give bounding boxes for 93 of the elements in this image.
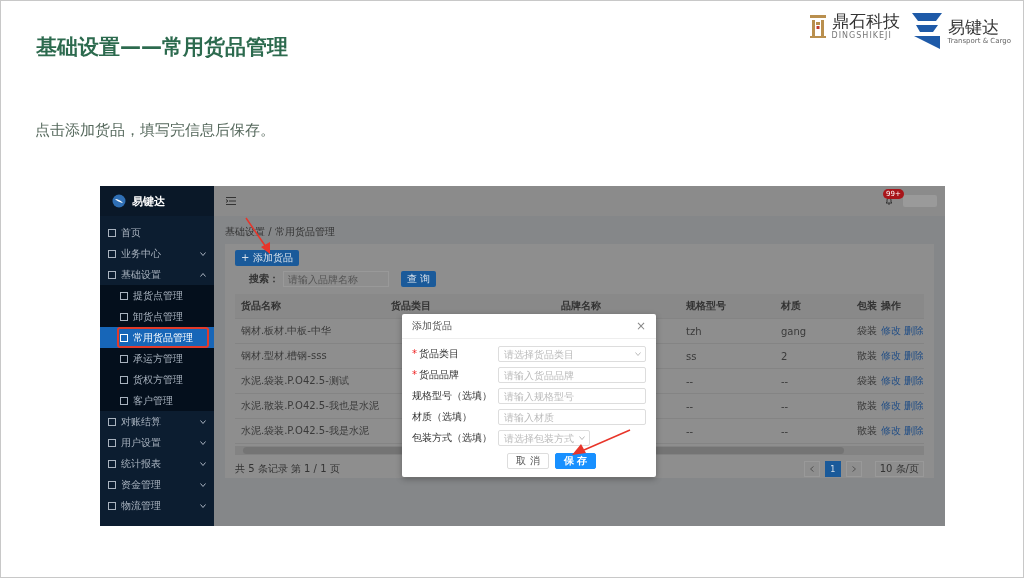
brand-name: 易键达 xyxy=(132,193,165,209)
table-cell-text: gang xyxy=(780,325,808,337)
table-cell-text: -- xyxy=(780,375,790,387)
chevron-right-icon xyxy=(851,466,856,472)
square-icon xyxy=(108,501,116,510)
square-icon xyxy=(108,249,116,258)
table-cell-text: ss xyxy=(685,350,698,362)
column-header: 货品名称 xyxy=(240,299,282,313)
menu-item[interactable]: 首页 xyxy=(100,222,214,243)
logo-subtitle: DINGSHIKEJI xyxy=(831,31,893,40)
square-icon xyxy=(120,291,128,300)
table-cell-text: 钢材.型材.槽钢-sss xyxy=(240,349,328,363)
column-header: 包装 xyxy=(856,299,878,313)
square-icon xyxy=(120,333,128,342)
stripe-logo-icon xyxy=(909,11,944,51)
table-cell-text: 散装 xyxy=(856,424,878,438)
menu-item[interactable]: 业务中心 xyxy=(100,243,214,264)
query-button[interactable]: 查 询 xyxy=(401,271,437,287)
instruction-text: 点击添加货品，填写完信息后保存。 xyxy=(35,121,276,140)
square-icon xyxy=(108,459,116,468)
chevron-icon xyxy=(200,503,206,508)
column-header: 货品类目 xyxy=(390,299,432,313)
table-cell-text: tzh xyxy=(685,325,703,337)
table-cell-text: 袋装 xyxy=(856,374,878,388)
field-label: * 货品类目 xyxy=(412,347,460,361)
input-field[interactable]: 请输入材质 xyxy=(498,409,646,425)
table-cell-text: 水泥.散装.P.O42.5-我也是水泥 xyxy=(240,399,380,413)
table-cell-text: 钢材.板材.中板-中华 xyxy=(240,324,332,338)
square-icon xyxy=(120,375,128,384)
table-cell-text: -- xyxy=(685,400,695,412)
menu-item[interactable]: 对账结算 xyxy=(100,411,214,432)
table-cell-text: -- xyxy=(685,425,695,437)
table-cell-text: 2 xyxy=(780,350,789,362)
field-label: 规格型号（选填） xyxy=(412,389,493,403)
chevron-icon xyxy=(200,440,206,445)
logo-name: 鼎石科技 xyxy=(831,11,900,31)
submenu-item[interactable]: 货权方管理 xyxy=(100,369,214,390)
square-icon xyxy=(120,312,128,321)
field-label: 材质（选填） xyxy=(412,410,473,424)
field-label: 包装方式（选填） xyxy=(412,431,493,445)
close-button[interactable]: × xyxy=(635,319,646,333)
menu-item[interactable]: 统计报表 xyxy=(100,453,214,474)
column-header: 规格型号 xyxy=(685,299,727,313)
page-button[interactable]: 1 xyxy=(824,461,841,477)
submenu-item[interactable]: 卸货点管理 xyxy=(100,306,214,327)
column-header: 品牌名称 xyxy=(560,299,602,313)
page-size-select[interactable]: 10 条/页 xyxy=(874,461,924,477)
square-icon xyxy=(120,354,128,363)
bell-icon[interactable] xyxy=(885,197,893,205)
square-icon xyxy=(108,228,116,237)
record-summary: 共 5 条记录 第 1 / 1 页 xyxy=(235,462,340,476)
add-goods-button[interactable]: + 添加货品 xyxy=(235,250,299,266)
chevron-icon xyxy=(200,251,206,256)
square-icon xyxy=(108,417,116,426)
menu-item[interactable]: 资金管理 xyxy=(100,474,214,495)
chevron-icon xyxy=(200,272,206,277)
table-cell-text: 散装 xyxy=(856,399,878,413)
menu-item[interactable]: 用户设置 xyxy=(100,432,214,453)
square-icon xyxy=(108,270,116,279)
submenu-item[interactable]: 承运方管理 xyxy=(100,348,214,369)
square-icon xyxy=(108,480,116,489)
search-label: 搜索： xyxy=(249,272,279,286)
table-cell-text: -- xyxy=(685,375,695,387)
chevron-icon xyxy=(200,482,206,487)
chevron-icon xyxy=(200,419,206,424)
chevron-icon xyxy=(200,461,206,466)
table-cell-text: 散装 xyxy=(856,349,878,363)
save-button[interactable]: 保 存 xyxy=(554,453,596,469)
square-icon xyxy=(108,438,116,447)
table-cell-text: 水泥.袋装.P.O42.5-我是水泥 xyxy=(240,424,370,438)
table-cell-text: 水泥.袋装.P.O42.5-测试 xyxy=(240,374,350,388)
slide-title: 基础设置——常用货品管理 xyxy=(36,34,288,61)
table-cell-text: -- xyxy=(780,400,790,412)
dialog-title: 添加货品 xyxy=(412,319,452,333)
breadcrumb: 基础设置 / 常用货品管理 xyxy=(225,225,336,239)
table-cell-text: 袋装 xyxy=(856,324,878,338)
table-cell-text: -- xyxy=(780,425,790,437)
menu-item[interactable]: 基础设置 xyxy=(100,264,214,285)
logo-name: 易键达 xyxy=(947,17,1000,37)
menu-icon[interactable] xyxy=(226,197,236,205)
field-label: * 货品品牌 xyxy=(412,368,460,382)
submenu-item[interactable]: 客户管理 xyxy=(100,390,214,411)
caret-icon xyxy=(579,436,585,440)
square-icon xyxy=(120,396,128,405)
column-header: 材质 xyxy=(780,299,802,313)
column-header: 操作 xyxy=(880,299,902,313)
chevron-left-icon xyxy=(809,466,814,472)
caret-icon xyxy=(635,352,641,356)
submenu-item[interactable]: 提货点管理 xyxy=(100,285,214,306)
blurred-username xyxy=(903,195,937,207)
cancel-button[interactable]: 取 消 xyxy=(507,453,549,469)
pillar-logo-icon xyxy=(807,12,828,39)
menu-item[interactable]: 物流管理 xyxy=(100,495,214,516)
